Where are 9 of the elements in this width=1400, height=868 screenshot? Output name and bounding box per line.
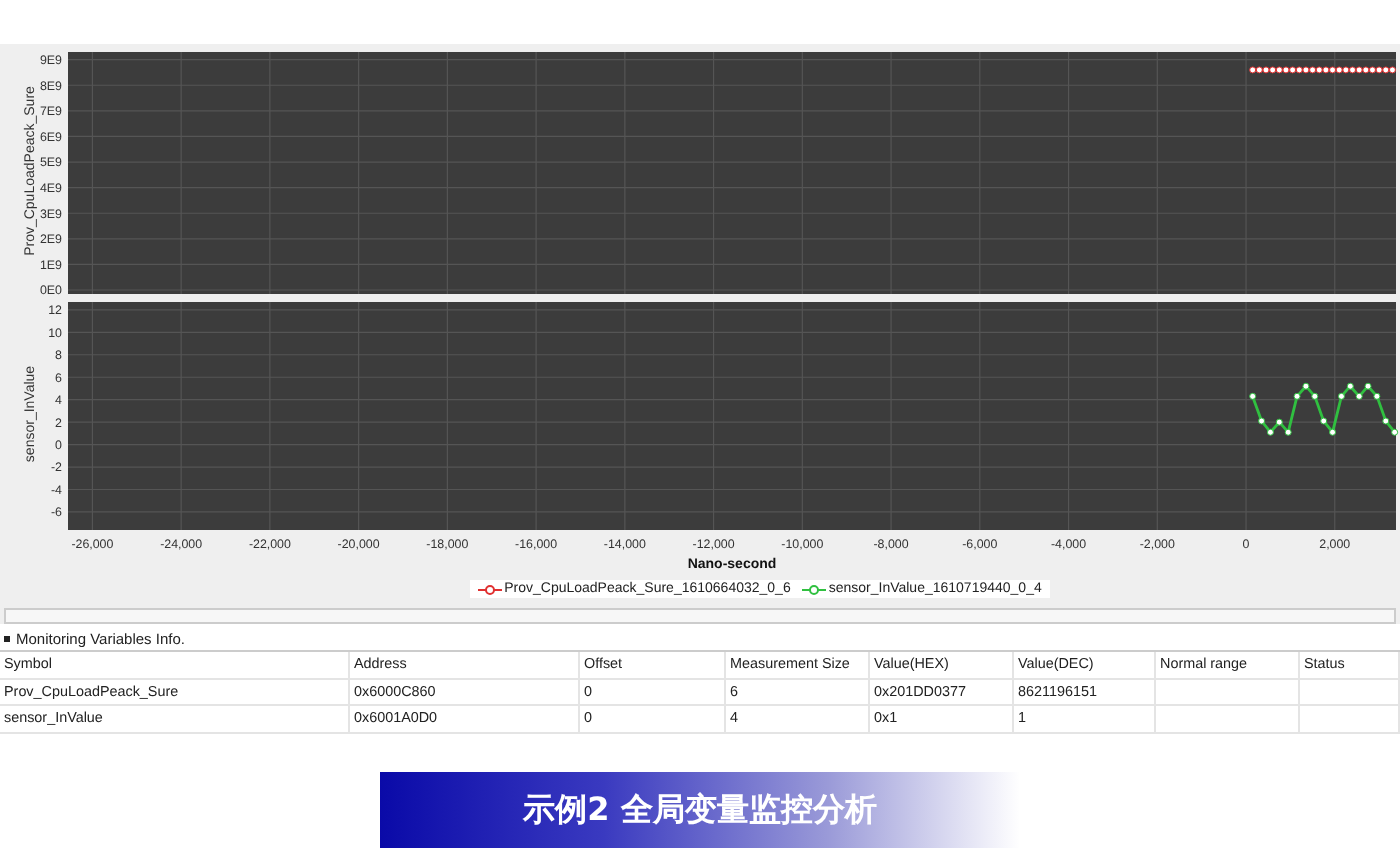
data-point: [1391, 427, 1399, 435]
caption-banner: 示例2 全局变量监控分析: [380, 771, 1020, 847]
data-point: [1329, 427, 1337, 435]
data-point: [1258, 416, 1266, 424]
data-point: [1382, 416, 1390, 424]
horizontal-scrollbar[interactable]: [4, 608, 1396, 625]
data-point: [1249, 391, 1257, 399]
data-point: [1320, 416, 1328, 424]
panel-marker-icon: [4, 636, 10, 642]
